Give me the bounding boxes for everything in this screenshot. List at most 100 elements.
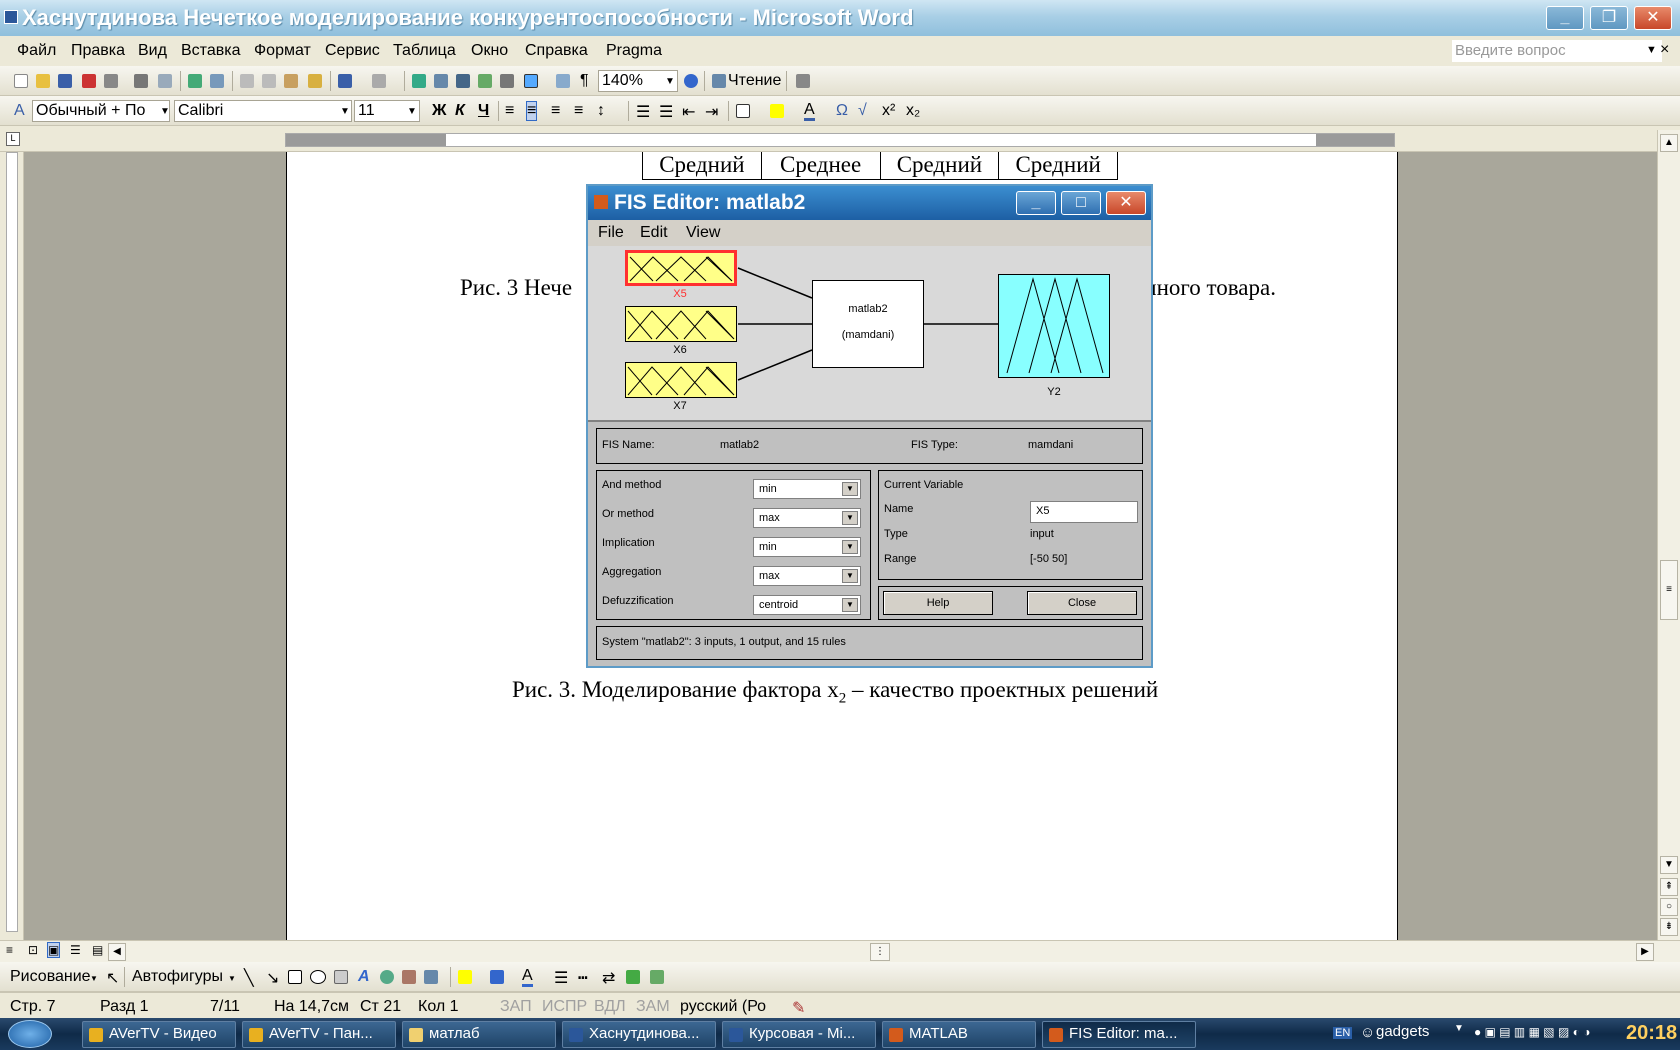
drawing-menu-button[interactable]: Рисование: [10, 968, 91, 986]
numbering-icon[interactable]: ☰: [636, 102, 650, 122]
aggregation-popup[interactable]: max ▼: [753, 566, 861, 586]
new-document-icon[interactable]: [14, 74, 28, 88]
arrow-style-icon[interactable]: ⇄: [602, 968, 615, 988]
permission-icon[interactable]: [82, 74, 96, 88]
language-indicator[interactable]: EN: [1333, 1027, 1353, 1039]
drawing-dropdown-icon[interactable]: ▼: [90, 974, 98, 983]
document-close-button[interactable]: ×: [1660, 41, 1669, 59]
dash-style-icon[interactable]: ┅: [578, 968, 588, 988]
rectangle-icon[interactable]: [288, 970, 302, 984]
scroll-down-icon[interactable]: ▼: [1660, 856, 1678, 874]
tab-order-icon[interactable]: [796, 74, 810, 88]
tab-selector[interactable]: L: [6, 132, 20, 146]
research-icon[interactable]: [210, 74, 224, 88]
autoshapes-dropdown-icon[interactable]: ▼: [228, 974, 236, 983]
restore-button[interactable]: ❐: [1590, 6, 1628, 30]
select-objects-icon[interactable]: ↖: [106, 968, 119, 988]
arrow-icon[interactable]: ↘: [266, 968, 279, 988]
table-cell[interactable]: Среднее: [762, 152, 881, 179]
style-dropdown-icon[interactable]: ▼: [160, 106, 170, 117]
taskbar-item[interactable]: Хаснутдинова...: [562, 1021, 716, 1048]
text-box-icon[interactable]: [334, 970, 348, 984]
menu-help[interactable]: Справка: [525, 42, 588, 60]
print-layout-icon[interactable]: ▣: [46, 942, 61, 958]
fis-title-bar[interactable]: FIS Editor: matlab2 _ □ ✕: [588, 186, 1151, 220]
output-y2-block[interactable]: [998, 274, 1110, 378]
horizontal-ruler[interactable]: L: [0, 128, 1680, 152]
outline-view-icon[interactable]: ☰: [70, 943, 81, 957]
italic-button[interactable]: К: [455, 102, 465, 120]
font-size-dropdown-icon[interactable]: ▼: [407, 106, 417, 117]
format-painter-icon[interactable]: [308, 74, 322, 88]
web-view-icon[interactable]: ⊡: [28, 943, 38, 957]
fis-menu-view[interactable]: View: [686, 224, 720, 242]
gadgets-label[interactable]: gadgets: [1376, 1023, 1429, 1040]
line-color-icon[interactable]: [490, 970, 504, 984]
undo-icon[interactable]: [338, 74, 352, 88]
show-formatting-icon[interactable]: ¶: [580, 72, 589, 90]
style-field[interactable]: Обычный + По: [32, 100, 170, 122]
dropdown-arrow-icon[interactable]: ▼: [842, 511, 858, 525]
copy-icon[interactable]: [262, 74, 276, 88]
menu-format[interactable]: Формат: [254, 42, 311, 60]
taskbar-item[interactable]: AVerTV - Пан...: [242, 1021, 396, 1048]
input-x6-block[interactable]: [625, 306, 737, 342]
ask-dropdown-icon[interactable]: ▼: [1646, 44, 1657, 56]
input-x5-block[interactable]: [625, 250, 737, 286]
align-center-icon[interactable]: ≡: [525, 101, 538, 121]
hyperlink-icon[interactable]: [412, 74, 426, 88]
gadgets-icon[interactable]: ☺: [1360, 1024, 1375, 1041]
font-dropdown-icon[interactable]: ▼: [340, 106, 350, 117]
line-style-icon[interactable]: ☰: [554, 968, 568, 988]
dropdown-arrow-icon[interactable]: ▼: [842, 482, 858, 496]
justify-icon[interactable]: ≡: [574, 102, 583, 120]
styles-icon[interactable]: A: [14, 102, 25, 120]
line-icon[interactable]: ╲: [244, 968, 254, 988]
bold-button[interactable]: Ж: [432, 102, 446, 120]
scroll-up-icon[interactable]: ▲: [1660, 134, 1678, 152]
dropdown-arrow-icon[interactable]: ▼: [842, 598, 858, 612]
drawing-icon[interactable]: [524, 74, 538, 88]
highlight-icon[interactable]: [770, 104, 784, 118]
shadow-icon[interactable]: [626, 970, 640, 984]
borders-icon[interactable]: [736, 104, 750, 118]
columns-icon[interactable]: [500, 74, 514, 88]
subscript-button[interactable]: x₂: [906, 102, 920, 120]
gadgets-dropdown-icon[interactable]: ▼: [1454, 1023, 1464, 1034]
select-browse-object-icon[interactable]: ○: [1660, 898, 1678, 916]
table-cell[interactable]: Средний: [643, 152, 762, 179]
drawing-font-color-icon[interactable]: A: [522, 968, 533, 987]
cut-icon[interactable]: [240, 74, 254, 88]
picture-icon[interactable]: [424, 970, 438, 984]
3d-icon[interactable]: [650, 970, 664, 984]
system-block[interactable]: matlab2 (mamdani): [812, 280, 924, 368]
print-icon[interactable]: [134, 74, 148, 88]
close-button[interactable]: ✕: [1634, 6, 1672, 30]
implication-popup[interactable]: min ▼: [753, 537, 861, 557]
close-fis-button[interactable]: Close: [1027, 591, 1137, 615]
insert-excel-icon[interactable]: [478, 74, 492, 88]
and-method-popup[interactable]: min ▼: [753, 479, 861, 499]
scroll-right-icon[interactable]: ▶: [1636, 943, 1654, 961]
scroll-thumb[interactable]: ≡: [1660, 560, 1678, 620]
horizontal-scrollbar[interactable]: ≡ ⊡ ▣ ☰ ▤ ◀ ⋮ ▶: [0, 940, 1680, 962]
input-x7-block[interactable]: [625, 362, 737, 398]
font-field[interactable]: Calibri: [174, 100, 352, 122]
align-left-icon[interactable]: ≡: [505, 102, 514, 120]
diagram-icon[interactable]: [380, 970, 394, 984]
clipart-icon[interactable]: [402, 970, 416, 984]
redo-icon[interactable]: [372, 74, 386, 88]
start-button[interactable]: [8, 1020, 52, 1048]
spelling-status-icon[interactable]: ✎: [792, 998, 805, 1018]
fis-editor-window[interactable]: FIS Editor: matlab2 _ □ ✕ File Edit View…: [586, 184, 1153, 668]
vertical-scrollbar[interactable]: ▲ ≡ ▼ ⇞ ○ ⇟: [1657, 130, 1680, 940]
horizontal-scroll-thumb[interactable]: ⋮: [870, 943, 890, 961]
menu-insert[interactable]: Вставка: [181, 42, 240, 60]
save-icon[interactable]: [58, 74, 72, 88]
open-icon[interactable]: [36, 74, 50, 88]
font-color-icon[interactable]: A: [804, 102, 815, 121]
paste-icon[interactable]: [284, 74, 298, 88]
insert-table-icon[interactable]: [456, 74, 470, 88]
clock[interactable]: 20:18: [1626, 1022, 1677, 1045]
status-extend[interactable]: ВДЛ: [594, 998, 626, 1016]
